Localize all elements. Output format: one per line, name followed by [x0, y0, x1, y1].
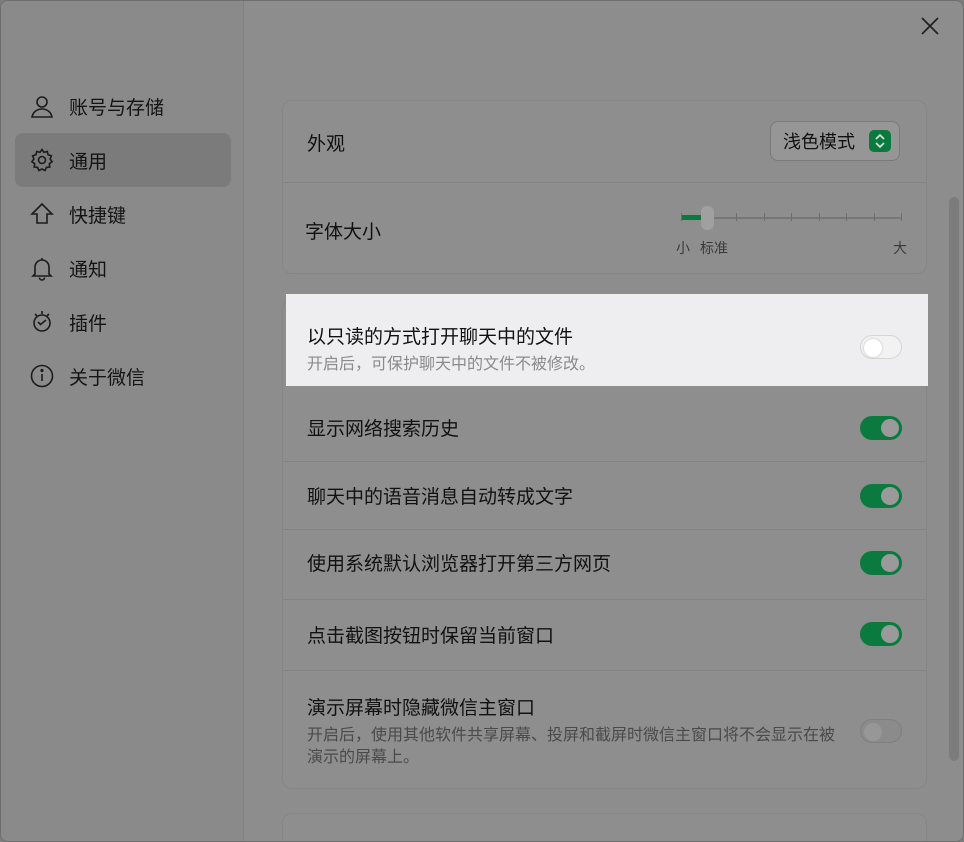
voice-to-text-toggle[interactable]	[860, 484, 902, 508]
setting-row-search-history: 显示网络搜索历史	[283, 394, 926, 462]
slider-tick	[901, 213, 902, 221]
font-size-small-label: 小	[676, 241, 690, 257]
setting-row-read-only-files: 以只读的方式打开聊天中的文件 开启后，可保护聊天中的文件不被修改。	[286, 294, 928, 386]
font-size-slider[interactable]	[681, 206, 902, 230]
plugin-icon	[29, 309, 55, 335]
setting-subtitle: 开启后，使用其他软件共享屏幕、投屏和截屏时微信主窗口将不会显示在被演示的屏幕上。	[307, 725, 836, 766]
setting-title: 聊天中的语音消息自动转成文字	[307, 486, 574, 508]
search-history-toggle[interactable]	[860, 416, 902, 440]
sidebar: 账号与存储 通用 快捷键 通知 插件 关于微信	[1, 1, 244, 841]
hide-window-toggle[interactable]	[860, 719, 902, 743]
font-size-row: 字体大小 小 标准 大	[283, 183, 926, 275]
slider-tick	[818, 213, 820, 221]
setting-row-hide-window: 演示屏幕时隐藏微信主窗口 开启后，使用其他软件共享屏幕、投屏和截屏时微信主窗口将…	[283, 671, 926, 789]
font-size-standard-label: 标准	[700, 241, 728, 257]
slider-tick	[763, 213, 765, 221]
display-card: 外观 浅色模式 字体大小 小 标准 大	[282, 100, 927, 274]
sidebar-item-label: 快捷键	[69, 204, 127, 227]
info-icon	[29, 363, 55, 389]
slider-tick	[846, 213, 847, 221]
setting-row-keep-window: 点击截图按钮时保留当前窗口	[283, 600, 926, 671]
user-icon	[29, 93, 55, 119]
gear-icon	[29, 147, 55, 173]
sidebar-nav: 账号与存储 通用 快捷键 通知 插件 关于微信	[15, 79, 231, 403]
sidebar-item-label: 通用	[69, 150, 108, 173]
more-options-card	[282, 813, 927, 841]
setting-subtitle: 开启后，可保护聊天中的文件不被修改。	[307, 354, 596, 373]
sidebar-item-general[interactable]: 通用	[15, 133, 231, 187]
setting-row-default-browser: 使用系统默认浏览器打开第三方网页	[283, 530, 926, 600]
appearance-label: 外观	[307, 133, 346, 155]
sidebar-item-notifications[interactable]: 通知	[15, 241, 231, 295]
setting-title: 点击截图按钮时保留当前窗口	[307, 625, 555, 647]
appearance-row: 外观 浅色模式	[283, 101, 926, 183]
font-size-label: 字体大小	[305, 221, 382, 243]
scrollbar[interactable]	[949, 197, 959, 761]
sidebar-item-plugins[interactable]: 插件	[15, 295, 231, 349]
setting-title: 使用系统默认浏览器打开第三方网页	[307, 553, 612, 575]
sidebar-item-label: 关于微信	[69, 366, 146, 389]
slider-tick	[873, 213, 875, 221]
updown-chevron-icon	[869, 130, 891, 152]
slider-tick	[681, 213, 682, 221]
default-browser-toggle[interactable]	[860, 551, 902, 575]
keep-window-toggle[interactable]	[860, 622, 902, 646]
shortcut-arrow-icon	[29, 201, 55, 227]
slider-tick	[791, 213, 792, 221]
read-only-files-toggle[interactable]	[860, 335, 902, 359]
sidebar-item-about-wechat[interactable]: 关于微信	[15, 349, 231, 403]
settings-content: 外观 浅色模式 字体大小 小 标准 大 显示网络搜索历史 聊天中的语音消息自动转…	[245, 1, 963, 841]
appearance-value: 浅色模式	[783, 132, 855, 153]
appearance-select[interactable]: 浅色模式	[770, 121, 900, 161]
font-size-large-label: 大	[893, 241, 907, 257]
setting-title: 显示网络搜索历史	[307, 418, 460, 440]
settings-window: 账号与存储 通用 快捷键 通知 插件 关于微信 外观 浅色模式 字体大小 小 标…	[0, 0, 964, 842]
setting-title: 以只读的方式打开聊天中的文件	[307, 326, 574, 348]
sidebar-item-label: 账号与存储	[69, 96, 165, 119]
bell-icon	[29, 255, 55, 281]
sidebar-item-label: 通知	[69, 258, 108, 281]
sidebar-item-label: 插件	[69, 312, 108, 335]
sidebar-item-account-storage[interactable]: 账号与存储	[15, 79, 231, 133]
setting-row-voice-to-text: 聊天中的语音消息自动转成文字	[283, 462, 926, 530]
slider-handle[interactable]	[701, 206, 714, 230]
setting-title: 演示屏幕时隐藏微信主窗口	[307, 697, 536, 719]
slider-tick	[736, 213, 737, 221]
sidebar-item-shortcuts[interactable]: 快捷键	[15, 187, 231, 241]
